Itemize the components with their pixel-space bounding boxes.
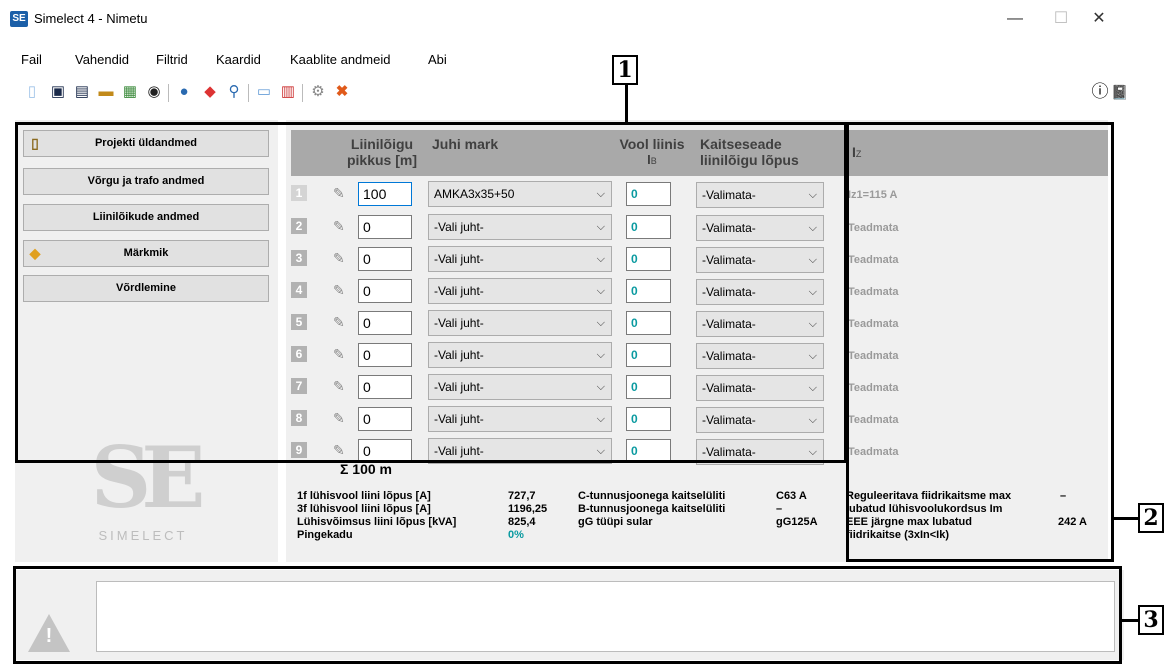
stats-values-2: C63 A – gG125A [776, 490, 818, 529]
stat-label: Pingekadu [297, 529, 353, 541]
callout-box-2 [846, 122, 1114, 562]
callout-box-1 [15, 122, 847, 463]
window-title: Simelect 4 - Nimetu [34, 11, 148, 26]
stat-value: gG125A [776, 516, 818, 528]
toolbar-separator [168, 84, 169, 102]
menu-kaardid[interactable]: Kaardid [216, 52, 261, 67]
stat-value: – [776, 503, 783, 515]
new-file-icon[interactable]: ▯ [22, 82, 42, 102]
logo-text: SIMELECT [98, 528, 188, 543]
settings-icon[interactable]: ⚙ [308, 82, 328, 102]
toolbar [0, 80, 1130, 114]
stat-label: C-tunnusjoonega kaitselüliti [578, 490, 726, 502]
callout-label-1: 1 [612, 55, 638, 85]
callout-box-3 [13, 566, 1122, 664]
toolbar-separator [248, 84, 249, 102]
callout-line-3 [1122, 619, 1138, 622]
menu-vahendid[interactable]: Vahendid [75, 52, 129, 67]
zoom-icon[interactable]: ⚲ [224, 82, 244, 102]
stats-values-1: 727,7 1196,25 825,4 0% [508, 490, 547, 542]
book-icon[interactable]: 📓 [1110, 82, 1130, 102]
info-icon[interactable]: ⓘ [1090, 82, 1110, 102]
chart-icon[interactable]: ▭ [254, 82, 274, 102]
menu-kaablite-andmeid[interactable]: Kaablite andmeid [290, 52, 390, 67]
stat-value: C63 A [776, 490, 807, 502]
stat-value: 825,4 [508, 516, 536, 528]
save-icon[interactable]: ▣ [48, 82, 68, 102]
print-icon[interactable]: ▦ [120, 82, 140, 102]
stats-labels-2: C-tunnusjoonega kaitselüliti B-tunnusjoo… [578, 490, 725, 529]
title-bar [0, 0, 1130, 38]
stat-value: 727,7 [508, 490, 536, 502]
stat-label: 1f lühisvool liini lõpus [A] [297, 490, 431, 502]
menu-abi[interactable]: Abi [428, 52, 447, 67]
callout-line-1 [625, 84, 628, 124]
stat-value: 1196,25 [508, 503, 548, 515]
menu-filtrid[interactable]: Filtrid [156, 52, 188, 67]
callout-label-2: 2 [1138, 503, 1164, 533]
stat-label: Lühisvõimsus liini lõpus [kVA] [297, 516, 457, 528]
stat-label: gG tüüpi sular [578, 516, 653, 528]
globe-icon[interactable]: ● [174, 82, 194, 102]
delete-icon[interactable]: ✖ [332, 82, 352, 102]
table-icon[interactable]: ▥ [278, 82, 298, 102]
open-folder-icon[interactable]: ▬ [96, 82, 116, 102]
save-as-icon[interactable]: ▤ [72, 82, 92, 102]
menu-fail[interactable]: Fail [21, 52, 42, 67]
stat-label: B-tunnusjoonega kaitselüliti [578, 503, 726, 515]
app-icon: SE [10, 11, 28, 27]
close-button[interactable]: ✕ [1076, 6, 1122, 32]
stats-labels-1: 1f lühisvool liini lõpus [A] 3f lühisvoo… [297, 490, 456, 542]
toolbar-separator [302, 84, 303, 102]
length-sum: Σ 100 m [340, 461, 392, 477]
callout-line-2 [1114, 517, 1138, 520]
stat-label: 3f lühisvool liini lõpus [A] [297, 503, 431, 515]
map-pin-icon[interactable]: ◆ [200, 82, 220, 102]
stat-value-pingekadu: 0% [508, 529, 524, 541]
minimize-button[interactable]: — [992, 6, 1038, 32]
camera-icon[interactable]: ◉ [144, 82, 164, 102]
callout-label-3: 3 [1138, 605, 1164, 635]
